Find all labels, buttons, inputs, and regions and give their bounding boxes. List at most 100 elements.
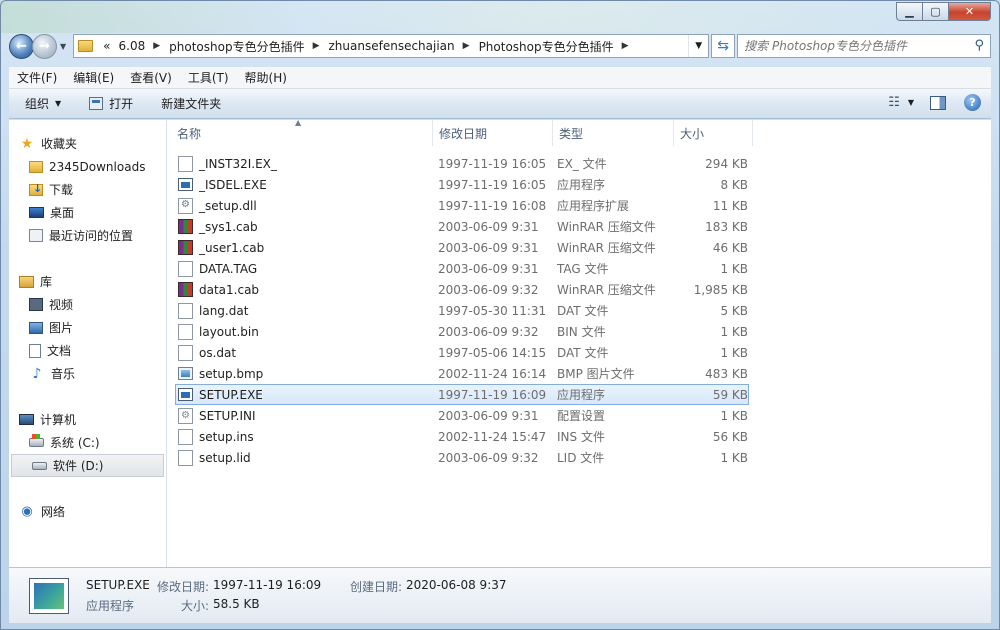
sidebar-item-videos[interactable]: 视频 — [9, 293, 166, 316]
file-name: DATA.TAG — [199, 261, 258, 276]
blank-file-icon — [178, 449, 193, 466]
table-row[interactable]: _user1.cab 2003-06-09 9:31 WinRAR 压缩文件 46 K… — [175, 237, 749, 258]
maximize-button[interactable]: ▢ — [922, 2, 948, 21]
chevron-right-icon[interactable]: ▶ — [313, 41, 320, 51]
table-row[interactable]: DATA.TAG 2003-06-09 9:31 TAG 文件 1 KB — [175, 258, 749, 279]
sidebar-network[interactable]: ◉ 网络 — [9, 500, 166, 523]
open-button[interactable]: 打开 — [89, 95, 133, 112]
sidebar-item-desktop[interactable]: 桌面 — [9, 201, 166, 224]
chevron-right-icon[interactable]: ▶ — [622, 41, 629, 51]
refresh-icon: ⇆ — [717, 38, 730, 54]
window-controls: ▁ ▢ ✕ — [896, 2, 991, 21]
forward-arrow-icon: → — [39, 38, 50, 54]
back-button[interactable]: ← — [9, 33, 34, 59]
view-options-icon[interactable]: ☷ — [888, 95, 900, 110]
menu-view[interactable]: 查看(V) — [130, 69, 172, 86]
table-row[interactable]: setup.bmp 2002-11-24 16:14 BMP 图片文件 483 KB — [175, 363, 749, 384]
table-row[interactable]: SETUP.EXE 1997-11-19 16:09 应用程序 59 KB — [175, 384, 749, 405]
file-name-cell: data1.cab — [176, 282, 436, 297]
chevron-down-icon[interactable]: ▼ — [908, 98, 914, 107]
blank-file-icon — [178, 323, 193, 340]
file-name-cell: _ISDEL.EXE — [176, 178, 436, 192]
file-name: setup.bmp — [199, 366, 264, 381]
table-row[interactable]: setup.ins 2002-11-24 15:47 INS 文件 56 KB — [175, 426, 749, 447]
column-date-modified[interactable]: 修改日期 — [433, 120, 553, 146]
downloads-icon — [29, 182, 43, 196]
help-icon[interactable]: ? — [964, 94, 981, 111]
breadcrumb-item[interactable]: Photoshop专色分色插件 — [479, 38, 614, 55]
preview-pane-icon[interactable] — [930, 95, 946, 110]
refresh-button[interactable]: ⇆ — [711, 34, 736, 58]
table-row[interactable]: _ISDEL.EXE 1997-11-19 16:05 应用程序 8 KB — [175, 174, 749, 195]
sidebar-item-drive-c[interactable]: 系统 (C:) — [9, 431, 166, 454]
title-bar[interactable] — [1, 1, 999, 33]
breadcrumb-item[interactable]: 6.08 — [119, 39, 146, 53]
exe-file-icon — [178, 388, 193, 401]
menu-help[interactable]: 帮助(H) — [245, 69, 287, 86]
search-input[interactable] — [744, 39, 955, 53]
document-icon — [29, 343, 41, 358]
breadcrumb-overflow[interactable]: « — [103, 39, 110, 53]
search-box[interactable]: ⚲ — [737, 34, 991, 58]
column-type[interactable]: 类型 — [553, 120, 674, 146]
chevron-right-icon[interactable]: ▶ — [463, 41, 470, 51]
table-row[interactable]: _INST32I.EX_ 1997-11-19 16:05 EX_ 文件 294 KB — [175, 153, 749, 174]
table-row[interactable]: _sys1.cab 2003-06-09 9:31 WinRAR 压缩文件 183 K… — [175, 216, 749, 237]
file-name-cell: layout.bin — [176, 323, 436, 340]
minimize-button[interactable]: ▁ — [896, 2, 922, 21]
sidebar-item-downloads[interactable]: 下载 — [9, 178, 166, 201]
sidebar-computer[interactable]: 计算机 — [9, 408, 166, 431]
organize-button[interactable]: 组织 ▼ — [25, 95, 61, 112]
picture-icon — [29, 321, 43, 334]
search-icon[interactable]: ⚲ — [974, 38, 984, 53]
file-type: EX_ 文件 — [557, 157, 607, 171]
sidebar-item-documents[interactable]: 文档 — [9, 339, 166, 362]
table-row[interactable]: data1.cab 2003-06-09 9:32 WinRAR 压缩文件 1,985… — [175, 279, 749, 300]
table-row[interactable]: setup.lid 2003-06-09 9:32 LID 文件 1 KB — [175, 447, 749, 468]
breadcrumb-item[interactable]: zhuansefensechajian — [329, 39, 455, 53]
details-size-value: 58.5 KB — [213, 597, 260, 611]
column-name[interactable]: ▲ 名称 — [175, 118, 433, 146]
rar-file-icon — [178, 282, 193, 297]
folder-icon — [78, 40, 94, 52]
file-list[interactable]: ▲ 名称 修改日期 类型 大小 _INST32I.EX_ 1997-11-19 1… — [167, 118, 991, 567]
table-row[interactable]: os.dat 1997-05-06 14:15 DAT 文件 1 KB — [175, 342, 749, 363]
breadcrumb-item[interactable]: photoshop专色分色插件 — [169, 38, 304, 55]
sidebar-item-2345downloads[interactable]: 2345Downloads — [9, 155, 166, 178]
new-folder-button[interactable]: 新建文件夹 — [161, 95, 221, 112]
forward-button[interactable]: → — [32, 33, 57, 59]
sidebar-libraries[interactable]: 库 — [9, 270, 166, 293]
table-row[interactable]: lang.dat 1997-05-30 11:31 DAT 文件 5 KB — [175, 300, 749, 321]
column-size[interactable]: 大小 — [674, 120, 753, 146]
sidebar-favorites[interactable]: ★ 收藏夹 — [9, 132, 166, 155]
rar-file-icon — [178, 219, 193, 234]
recent-pages-dropdown[interactable]: ▼ — [60, 42, 66, 51]
sidebar-item-recent-places[interactable]: 最近访问的位置 — [9, 224, 166, 247]
table-row[interactable]: layout.bin 2003-06-09 9:32 BIN 文件 1 KB — [175, 321, 749, 342]
navigation-pane[interactable]: ★ 收藏夹 2345Downloads 下载 桌面 最近访问的位置 — [9, 120, 167, 567]
file-date: 1997-11-19 16:08 — [438, 198, 547, 213]
sidebar-item-label: 文档 — [47, 344, 72, 358]
menu-file[interactable]: 文件(F) — [17, 69, 57, 86]
file-size: 1 KB — [720, 408, 748, 423]
menu-edit[interactable]: 编辑(E) — [73, 69, 114, 86]
view-controls: ☷ ▼ ? — [888, 94, 981, 111]
file-type: BIN 文件 — [557, 325, 606, 339]
file-date: 1997-11-19 16:05 — [438, 156, 547, 171]
table-row[interactable]: SETUP.INI 2003-06-09 9:31 配置设置 1 KB — [175, 405, 749, 426]
blank-file-icon — [178, 155, 193, 172]
menu-tools[interactable]: 工具(T) — [188, 69, 229, 86]
sidebar-item-label: 计算机 — [40, 413, 77, 427]
file-name-cell: _setup.dll — [176, 197, 436, 214]
address-bar[interactable]: « 6.08 ▶ photoshop专色分色插件 ▶ zhuansefensec… — [73, 34, 710, 58]
application-icon — [89, 97, 104, 110]
chevron-right-icon[interactable]: ▶ — [153, 41, 160, 51]
sidebar-item-drive-d[interactable]: 软件 (D:) — [11, 454, 164, 477]
sidebar-item-pictures[interactable]: 图片 — [9, 316, 166, 339]
address-dropdown-icon[interactable]: ▼ — [688, 35, 708, 57]
sidebar-item-music[interactable]: ♪ 音乐 — [9, 362, 166, 385]
close-button[interactable]: ✕ — [948, 2, 991, 21]
details-file-name: SETUP.EXE — [86, 578, 150, 592]
file-date: 2003-06-09 9:32 — [438, 324, 539, 339]
table-row[interactable]: _setup.dll 1997-11-19 16:08 应用程序扩展 11 KB — [175, 195, 749, 216]
